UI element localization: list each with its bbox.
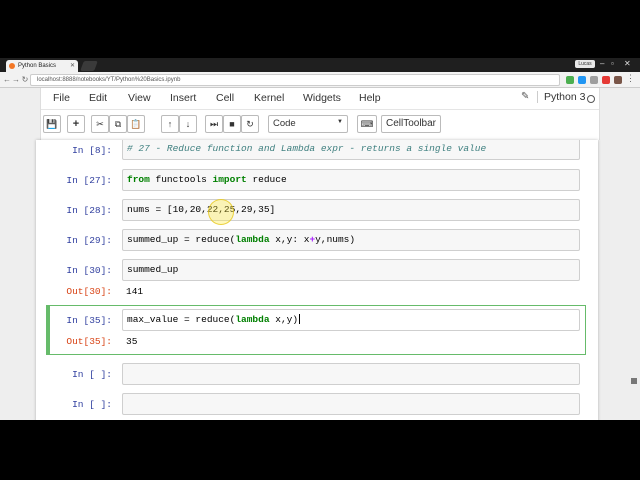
move-up-icon[interactable]: ↑ xyxy=(161,115,179,133)
code-token: x,y) xyxy=(269,314,299,325)
cell-type-select[interactable]: Code ▼ xyxy=(268,115,348,133)
cell-output: 35 xyxy=(126,336,138,347)
url-input[interactable]: localhost:8888/notebooks/YT/Python%20Bas… xyxy=(30,74,560,86)
celltoolbar-button[interactable]: CellToolbar xyxy=(381,115,441,133)
menu-file[interactable]: File xyxy=(53,92,70,104)
cell-input[interactable]: summed_up = reduce(lambda x,y: x+y,nums) xyxy=(122,229,580,251)
copy-icon[interactable]: ⧉ xyxy=(109,115,127,133)
menu-help[interactable]: Help xyxy=(359,92,381,104)
menu-insert[interactable]: Insert xyxy=(170,92,196,104)
cell-output: 141 xyxy=(126,286,144,297)
out-prompt: Out[35]: xyxy=(66,336,112,347)
code-cell[interactable]: In [29]: summed_up = reduce(lambda x,y: … xyxy=(46,226,586,256)
code-cell[interactable]: In [27]: from functools import reduce xyxy=(46,166,586,196)
restart-kernel-icon[interactable]: ↻ xyxy=(241,115,259,133)
in-prompt: In [29]: xyxy=(66,235,112,246)
browser-menu-icon[interactable]: ⋮ xyxy=(626,73,635,84)
out-prompt: Out[30]: xyxy=(66,286,112,297)
jupyter-favicon-icon xyxy=(9,63,15,69)
code-cell-editing[interactable]: In [35]: max_value = reduce(lambda x,y) … xyxy=(46,305,586,355)
scrollbar-thumb[interactable] xyxy=(631,378,637,384)
code-comment: # 27 - Reduce function and Lambda expr -… xyxy=(127,143,487,154)
minimize-icon[interactable]: – xyxy=(600,58,604,70)
code-cell[interactable]: In [30]: summed_up Out[30]: 141 xyxy=(46,256,586,308)
in-prompt: In [ ]: xyxy=(72,399,112,410)
extension-icon[interactable] xyxy=(578,76,586,84)
menu-view[interactable]: View xyxy=(128,92,151,104)
edit-pencil-icon[interactable]: ✎ xyxy=(521,91,529,102)
cell-input[interactable]: summed_up xyxy=(122,259,580,281)
maximize-icon[interactable]: ▫ xyxy=(611,58,614,70)
new-tab-button[interactable] xyxy=(80,61,98,71)
code-token: x,y: x xyxy=(269,234,310,245)
browser-tabstrip: Python Basics ✕ Lucas – ▫ ✕ xyxy=(0,58,640,72)
cell-input[interactable] xyxy=(122,363,580,385)
code-cell[interactable]: In [ ]: xyxy=(46,390,586,420)
cell-input[interactable]: max_value = reduce(lambda x,y) xyxy=(122,309,580,331)
extension-icon[interactable] xyxy=(614,76,622,84)
keyword-token: lambda xyxy=(235,314,270,325)
save-icon[interactable]: 💾 xyxy=(43,115,61,133)
cell-input[interactable]: nums = [10,20,22,25,29,35] xyxy=(122,199,580,221)
in-prompt: In [ ]: xyxy=(72,369,112,380)
in-prompt: In [28]: xyxy=(66,205,112,216)
jupyter-header: File Edit View Insert Cell Kernel Widget… xyxy=(40,88,600,140)
menu-edit[interactable]: Edit xyxy=(89,92,107,104)
keyword-token: lambda xyxy=(235,234,270,245)
in-prompt: In [35]: xyxy=(66,315,112,326)
cell-input[interactable]: # 27 - Reduce function and Lambda expr -… xyxy=(122,140,580,160)
profile-badge[interactable]: Lucas xyxy=(575,60,595,68)
menu-kernel[interactable]: Kernel xyxy=(254,92,284,104)
extension-icon[interactable] xyxy=(590,76,598,84)
extension-icon[interactable] xyxy=(566,76,574,84)
code-token: max_value = reduce( xyxy=(127,314,236,325)
keyword-token: from xyxy=(127,174,150,185)
kernel-idle-icon xyxy=(587,95,595,103)
code-cell[interactable]: In [ ]: xyxy=(46,360,586,390)
tab-close-icon[interactable]: ✕ xyxy=(70,62,75,69)
run-cell-icon[interactable]: ⏭ xyxy=(205,115,223,133)
screen: Python Basics ✕ Lucas – ▫ ✕ ← → ↻ localh… xyxy=(0,58,640,420)
command-palette-icon[interactable]: ⌨ xyxy=(357,115,377,133)
code-token: y,nums) xyxy=(315,234,356,245)
extension-icon[interactable] xyxy=(602,76,610,84)
menubar: File Edit View Insert Cell Kernel Widget… xyxy=(41,88,599,110)
browser-tab[interactable]: Python Basics ✕ xyxy=(6,60,78,72)
cut-icon[interactable]: ✂ xyxy=(91,115,109,133)
insert-cell-below-icon[interactable]: + xyxy=(67,115,85,133)
close-window-icon[interactable]: ✕ xyxy=(624,58,631,70)
mouse-cursor-highlight xyxy=(208,199,234,225)
in-prompt: In [8]: xyxy=(72,145,112,156)
in-prompt: In [30]: xyxy=(66,265,112,276)
code-cell[interactable]: In [28]: nums = [10,20,22,25,29,35] xyxy=(46,196,586,226)
cell-input[interactable] xyxy=(122,393,580,415)
reload-icon[interactable]: ↻ xyxy=(20,74,30,86)
code-token: summed_up = reduce( xyxy=(127,234,236,245)
menu-widgets[interactable]: Widgets xyxy=(303,92,341,104)
tab-title: Python Basics xyxy=(18,63,57,69)
notebook-toolbar: 💾 + ✂ ⧉ 📋 ↑ ↓ ⏭ ■ ↻ Code ▼ ⌨ CellToolbar xyxy=(41,110,599,140)
code-token: reduce xyxy=(246,174,287,185)
menu-cell[interactable]: Cell xyxy=(216,92,234,104)
text-cursor xyxy=(299,314,301,325)
cell-input[interactable]: from functools import reduce xyxy=(122,169,580,191)
in-prompt: In [27]: xyxy=(66,175,112,186)
address-bar-row: ← → ↻ localhost:8888/notebooks/YT/Python… xyxy=(0,72,640,88)
code-cell[interactable]: In [8]: # 27 - Reduce function and Lambd… xyxy=(46,140,586,162)
chevron-down-icon: ▼ xyxy=(337,119,343,125)
keyword-token: import xyxy=(212,174,247,185)
interrupt-kernel-icon[interactable]: ■ xyxy=(223,115,241,133)
paste-icon[interactable]: 📋 xyxy=(127,115,145,133)
move-down-icon[interactable]: ↓ xyxy=(179,115,197,133)
code-token: functools xyxy=(149,174,213,185)
cell-type-value: Code xyxy=(273,118,296,129)
notebook-container: In [8]: # 27 - Reduce function and Lambd… xyxy=(36,140,598,420)
kernel-name: Python 3 xyxy=(537,91,585,103)
